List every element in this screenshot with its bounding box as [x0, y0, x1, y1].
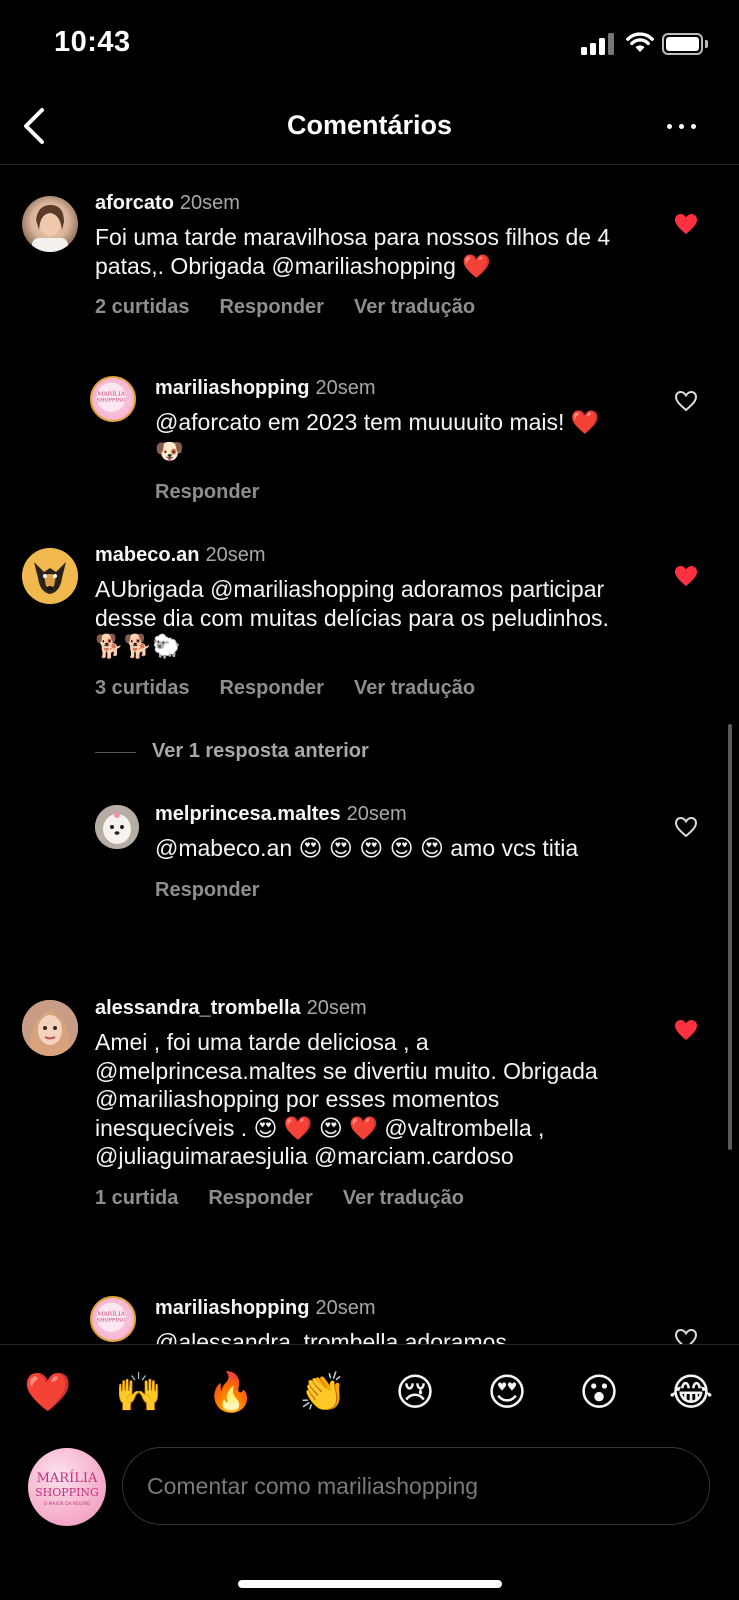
comment-time: 20sem — [346, 803, 407, 825]
comment-username[interactable]: mabeco.an — [95, 544, 199, 566]
cellular-signal-icon — [581, 33, 615, 55]
home-indicator[interactable] — [238, 1580, 502, 1588]
comment-input[interactable] — [122, 1447, 710, 1525]
emoji-heart-button[interactable]: ❤️ — [22, 1367, 74, 1417]
comment-username[interactable]: melprincesa.maltes — [155, 803, 341, 825]
reply-button[interactable]: Responder — [219, 677, 323, 699]
comment-username[interactable]: mariliashopping — [155, 1297, 309, 1319]
comments-header: Comentários — [0, 90, 739, 165]
heart-outline-icon[interactable] — [674, 1328, 698, 1344]
emoji-quick-bar: ❤️ 🙌 🔥 👏 😢 😍 😮 😂 — [0, 1344, 739, 1444]
svg-text:MARÍLIA: MARÍLIA — [37, 1470, 98, 1486]
translate-button[interactable]: Ver tradução — [354, 677, 475, 699]
comment-username[interactable]: alessandra_trombella — [95, 997, 301, 1019]
avatar[interactable] — [22, 1000, 78, 1056]
translate-button[interactable]: Ver tradução — [354, 296, 475, 318]
comment-time: 20sem — [315, 377, 376, 399]
avatar[interactable]: MARÍLIA SHOPPING — [90, 1296, 136, 1342]
emoji-fire-button[interactable]: 🔥 — [205, 1367, 257, 1417]
my-avatar[interactable]: MARÍLIA SHOPPING O MAIOR DA REGIÃO — [28, 1448, 106, 1526]
heart-outline-icon[interactable] — [674, 390, 698, 412]
status-time: 10:43 — [54, 26, 131, 58]
battery-icon — [662, 33, 708, 55]
comment-text: AUbrigada @mariliashopping adoramos part… — [95, 576, 609, 659]
svg-text:SHOPPING: SHOPPING — [97, 1318, 126, 1324]
page-title: Comentários — [286, 110, 453, 140]
heart-filled-icon[interactable] — [674, 1019, 698, 1041]
reply-item: MARÍLIA SHOPPING mariliashopping 20sem @al… — [0, 1286, 739, 1344]
comment-time: 20sem — [306, 997, 367, 1019]
avatar[interactable]: MARÍLIA SHOPPING — [90, 376, 136, 422]
emoji-laughing-button[interactable]: 😂 — [665, 1367, 717, 1417]
comment-username[interactable]: aforcato — [95, 192, 174, 214]
svg-text:SHOPPING: SHOPPING — [97, 398, 126, 404]
avatar[interactable] — [95, 805, 139, 849]
comment-item: alessandra_trombella 20sem Amei , foi uma… — [0, 976, 739, 1246]
comment-time: 20sem — [315, 1297, 376, 1319]
reply-item: melprincesa.maltes 20sem @mabeco.an 😍 😍 😍… — [0, 796, 739, 946]
translate-button[interactable]: Ver tradução — [343, 1187, 464, 1209]
comment-text: Amei , foi uma tarde deliciosa , a @melp… — [95, 1029, 598, 1169]
heart-filled-icon[interactable] — [674, 565, 698, 587]
comment-item: aforcato 20sem Foi uma tarde maravilhosa … — [0, 166, 739, 336]
status-bar: 10:43 — [0, 0, 739, 90]
comment-text: @alessandra_trombella adoramos — [155, 1329, 507, 1344]
reply-button[interactable]: Responder — [155, 481, 259, 503]
svg-text:MARÍLIA: MARÍLIA — [97, 390, 125, 397]
svg-text:SHOPPING: SHOPPING — [35, 1486, 99, 1499]
comment-username[interactable]: mariliashopping — [155, 377, 309, 399]
likes-count[interactable]: 2 curtidas — [95, 296, 189, 318]
likes-count[interactable]: 3 curtidas — [95, 677, 189, 699]
wifi-icon — [626, 32, 654, 52]
heart-filled-icon[interactable] — [674, 213, 698, 235]
emoji-cry-button[interactable]: 😢 — [389, 1367, 441, 1417]
comment-text: @mabeco.an 😍 😍 😍 😍 😍 amo vcs titia — [155, 835, 579, 861]
likes-count[interactable]: 1 curtida — [95, 1187, 178, 1209]
reply-button[interactable]: Responder — [219, 296, 323, 318]
emoji-clap-button[interactable]: 👏 — [297, 1367, 349, 1417]
reply-button[interactable]: Responder — [155, 879, 259, 901]
svg-text:O MAIOR DA REGIÃO: O MAIOR DA REGIÃO — [44, 1500, 91, 1507]
comment-time: 20sem — [205, 544, 266, 566]
heart-outline-icon[interactable] — [674, 816, 698, 838]
comment-text: @aforcato em 2023 tem muuuuito mais! ❤️ … — [155, 409, 600, 464]
emoji-heart-eyes-button[interactable]: 😍 — [481, 1367, 533, 1417]
emoji-raised-hands-button[interactable]: 🙌 — [113, 1367, 165, 1417]
avatar[interactable] — [22, 548, 78, 604]
avatar[interactable] — [22, 196, 78, 252]
scrollbar[interactable] — [728, 724, 732, 1150]
comments-list[interactable]: aforcato 20sem Foi uma tarde maravilhosa … — [0, 166, 739, 1344]
comment-time: 20sem — [179, 192, 240, 214]
reply-item: MARÍLIA SHOPPING mariliashopping 20sem @af… — [0, 366, 739, 516]
comment-item: mabeco.an 20sem AUbrigada @mariliashoppin… — [0, 526, 739, 716]
comment-composer: MARÍLIA SHOPPING O MAIOR DA REGIÃO — [0, 1444, 739, 1600]
comment-text: Foi uma tarde maravilhosa para nossos fi… — [95, 224, 611, 279]
reply-button[interactable]: Responder — [208, 1187, 312, 1209]
emoji-surprised-button[interactable]: 😮 — [573, 1367, 625, 1417]
more-options-icon[interactable] — [664, 112, 700, 142]
svg-text:MARÍLIA: MARÍLIA — [97, 1310, 125, 1317]
